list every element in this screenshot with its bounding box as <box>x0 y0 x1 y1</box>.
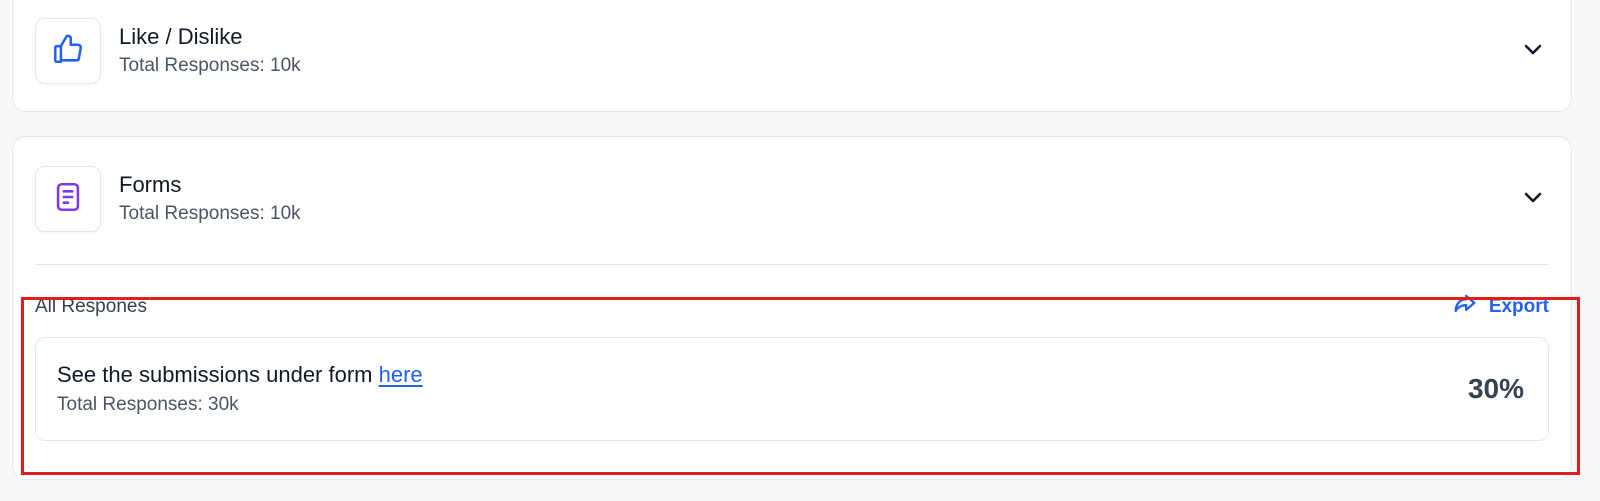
like-dislike-subtitle: Total Responses: 10k <box>119 55 301 76</box>
forms-divider <box>35 264 1549 265</box>
chevron-down-icon <box>1521 37 1545 66</box>
forms-text: Forms Total Responses: 10k <box>119 171 301 227</box>
like-dislike-expand-button[interactable] <box>1517 35 1549 67</box>
submission-total-responses: Total Responses: 30k <box>57 394 239 415</box>
forms-subtitle: Total Responses: 10k <box>119 203 301 224</box>
forms-card: Forms Total Responses: 10k All Respones <box>12 136 1572 480</box>
export-label: Export <box>1488 296 1549 317</box>
all-responses-header: All Respones Export <box>35 288 1549 326</box>
share-icon <box>1451 290 1479 324</box>
form-icon <box>51 180 85 219</box>
form-submission-text: See the submissions under form here Tota… <box>57 360 423 418</box>
like-dislike-card: Like / Dislike Total Responses: 10k <box>12 0 1572 112</box>
all-responses-title: All Respones <box>35 296 147 317</box>
like-dislike-title: Like / Dislike <box>119 24 243 49</box>
submission-prefix: See the submissions under form <box>57 362 379 387</box>
submission-percent: 30% <box>1467 373 1524 404</box>
forms-row[interactable]: Forms Total Responses: 10k <box>35 165 1549 233</box>
forms-icon-box <box>35 166 101 232</box>
like-dislike-text: Like / Dislike Total Responses: 10k <box>119 23 301 79</box>
submission-message: See the submissions under form here <box>57 360 423 390</box>
like-dislike-icon-box <box>35 18 101 84</box>
export-button[interactable]: Export <box>1451 290 1549 324</box>
forms-expand-button[interactable] <box>1517 183 1549 215</box>
submissions-here-link[interactable]: here <box>379 362 423 387</box>
forms-title: Forms <box>119 172 182 197</box>
like-dislike-row[interactable]: Like / Dislike Total Responses: 10k <box>35 17 1549 85</box>
form-submission-card: See the submissions under form here Tota… <box>35 337 1549 441</box>
thumbs-up-icon <box>51 32 85 71</box>
analytics-panel: Like / Dislike Total Responses: 10k Form… <box>0 0 1600 501</box>
chevron-down-icon <box>1521 185 1545 214</box>
